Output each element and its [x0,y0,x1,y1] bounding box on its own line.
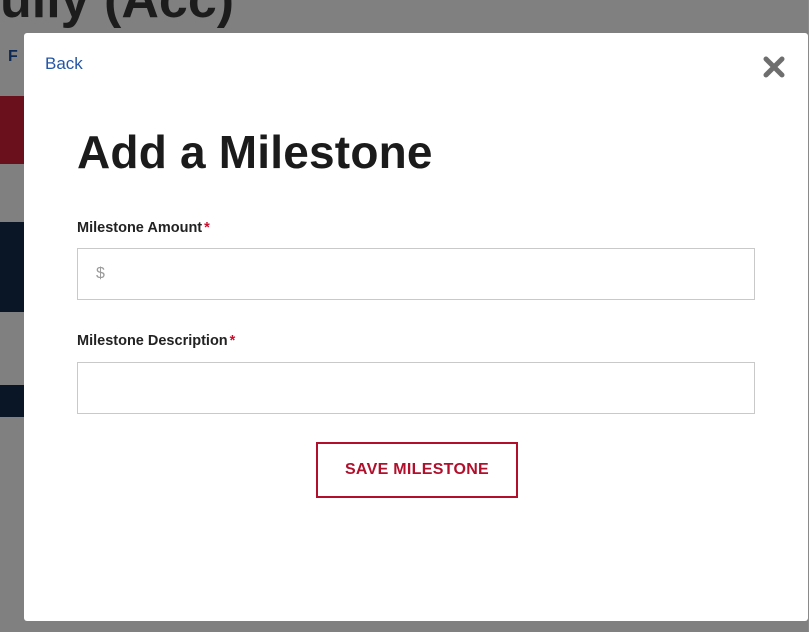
background-text-fragment: F [8,48,18,65]
add-milestone-modal: Back Add a Milestone Milestone Amount* M… [24,33,808,621]
background-title-fragment: ully (Acc) [0,0,235,29]
milestone-amount-label-text: Milestone Amount [77,220,203,236]
background-block [0,385,24,417]
required-asterisk: * [229,333,236,349]
milestone-amount-label: Milestone Amount * [77,220,210,236]
close-button[interactable] [760,53,788,81]
back-link[interactable]: Back [45,54,83,74]
save-milestone-button[interactable]: SAVE MILESTONE [316,442,518,498]
background-block [0,222,24,312]
required-asterisk: * [204,220,210,236]
background-banner [0,96,24,164]
milestone-amount-input[interactable] [77,248,755,300]
modal-title: Add a Milestone [77,126,433,178]
close-icon [763,56,785,78]
milestone-description-label-text: Milestone Description [77,333,228,349]
milestone-description-input[interactable] [77,362,755,414]
milestone-description-label: Milestone Description * [77,333,235,349]
